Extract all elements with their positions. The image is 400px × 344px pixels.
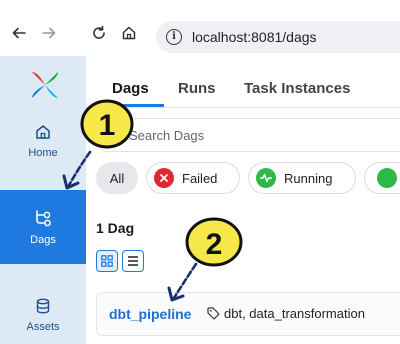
- filter-label: Failed: [182, 170, 218, 186]
- card-view-button[interactable]: [96, 250, 118, 272]
- filter-next-button[interactable]: [364, 162, 400, 194]
- app-window: i localhost:8081/dags Home Dags Assets D…: [0, 0, 400, 344]
- search-input[interactable]: Search Dags: [100, 118, 400, 152]
- filter-running-button[interactable]: Running: [248, 162, 356, 194]
- dag-count: 1 Dag: [96, 220, 135, 236]
- forward-icon[interactable]: [40, 24, 58, 42]
- sidebar-item-assets[interactable]: Assets: [0, 278, 86, 344]
- tab-runs[interactable]: Runs: [178, 80, 216, 97]
- running-icon: [256, 168, 276, 188]
- dag-name-link[interactable]: dbt_pipeline: [109, 306, 191, 322]
- grid-icon: [101, 255, 113, 267]
- failed-icon: [154, 168, 174, 188]
- assets-icon: [36, 298, 50, 314]
- list-icon: [128, 256, 138, 266]
- home-page-icon[interactable]: [120, 24, 138, 42]
- dags-icon: [36, 210, 51, 227]
- sidebar-item-label: Dags: [30, 234, 56, 246]
- info-icon[interactable]: i: [166, 29, 182, 45]
- annotation-2: 2: [167, 217, 243, 302]
- sidebar-item-label: Home: [28, 147, 58, 159]
- reload-icon[interactable]: [90, 24, 108, 42]
- url-text: localhost:8081/dags: [192, 29, 317, 45]
- tab-task-instances[interactable]: Task Instances: [244, 80, 350, 97]
- sidebar-item-dags[interactable]: Dags: [0, 190, 86, 264]
- list-view-button[interactable]: [122, 250, 144, 272]
- airflow-logo: [32, 72, 58, 98]
- annotation-1: 1: [62, 99, 134, 190]
- back-icon[interactable]: [10, 24, 28, 42]
- search-placeholder: Search Dags: [129, 128, 205, 143]
- dag-tags-text: dbt, data_transformation: [224, 306, 365, 321]
- status-icon: [377, 168, 397, 188]
- filter-failed-button[interactable]: Failed: [146, 162, 240, 194]
- dag-tags: dbt, data_transformation: [207, 306, 365, 321]
- filter-label: Running: [284, 170, 333, 186]
- annotation-1-label: 1: [99, 109, 116, 142]
- home-icon: [36, 125, 50, 139]
- address-bar[interactable]: i localhost:8081/dags: [156, 21, 400, 53]
- tag-icon: [207, 307, 220, 320]
- browser-toolbar: i localhost:8081/dags: [0, 0, 400, 56]
- annotation-2-label: 2: [206, 228, 223, 261]
- sidebar-item-label: Assets: [26, 321, 60, 333]
